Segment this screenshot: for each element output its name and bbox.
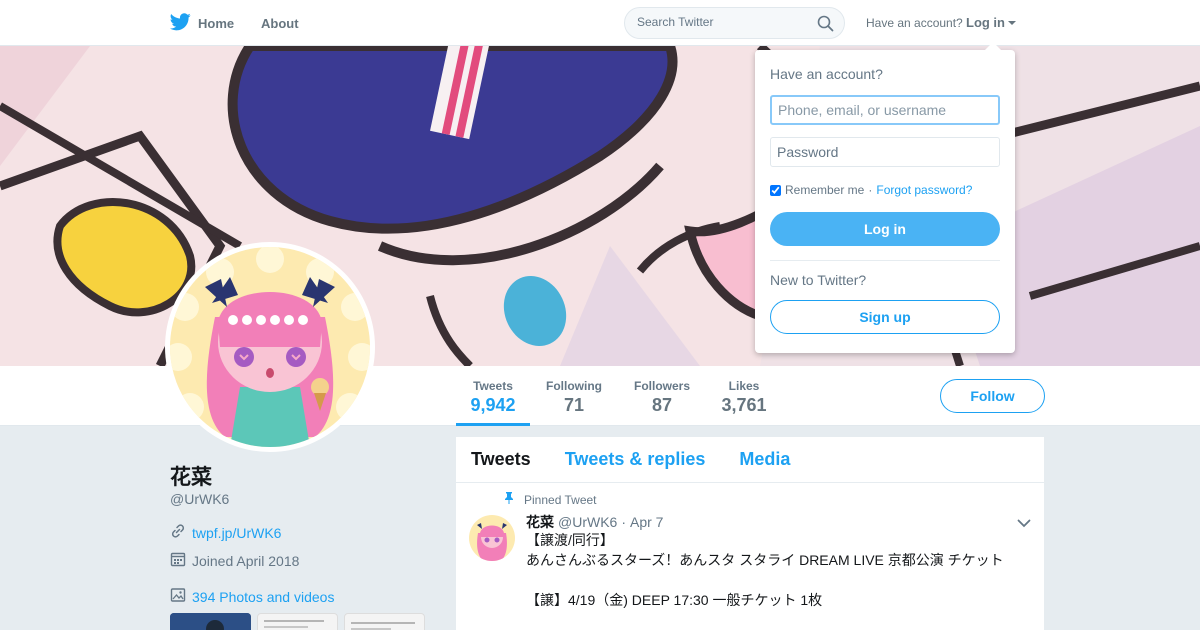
media-thumbnail[interactable] xyxy=(170,613,251,630)
tweet-text-line: 【譲渡/同行】 xyxy=(526,532,614,548)
calendar-icon xyxy=(170,551,186,570)
timeline-tabs: Tweets Tweets & replies Media xyxy=(456,437,1044,483)
stat-followers[interactable]: Followers 87 xyxy=(628,366,696,426)
password-field[interactable] xyxy=(770,137,1000,167)
new-to-twitter-text: New to Twitter? xyxy=(770,272,867,288)
remember-me-checkbox[interactable] xyxy=(770,184,781,196)
stat-value: 87 xyxy=(651,395,673,415)
stat-label: Followers xyxy=(633,379,690,393)
tab-tweets[interactable]: Tweets xyxy=(471,449,531,470)
tab-tweets-replies[interactable]: Tweets & replies xyxy=(565,449,706,470)
login-dropdown: Have an account? Remember me · Forgot pa… xyxy=(755,42,1015,353)
tweet-text-line: あんさんぶるスターズ！あんスタ スタライ DREAM LIVE 京都公演 チケッ… xyxy=(526,552,1004,568)
photos-videos-link[interactable]: 394 Photos and videos xyxy=(192,589,334,605)
username-field[interactable] xyxy=(770,95,1000,125)
stat-tweets[interactable]: Tweets 9,942 xyxy=(456,366,530,426)
signup-button[interactable]: Sign up xyxy=(770,300,1000,334)
stat-following[interactable]: Following 71 xyxy=(540,366,608,426)
login-link-label: Log in xyxy=(966,15,1005,30)
link-icon xyxy=(170,523,186,542)
login-dropdown-toggle[interactable]: Log in xyxy=(966,15,1016,30)
twitter-bird-icon xyxy=(169,13,191,34)
tweet-author-handle[interactable]: @UrWK6 xyxy=(558,514,617,530)
remember-me-label[interactable]: Remember me xyxy=(785,183,864,197)
profile-url-link[interactable]: twpf.jp/UrWK6 xyxy=(192,525,281,541)
pinned-label-text: Pinned Tweet xyxy=(524,492,597,507)
login-button[interactable]: Log in xyxy=(770,212,1000,246)
media-thumbnail[interactable] xyxy=(257,613,338,630)
search-input[interactable] xyxy=(637,15,807,29)
stat-value: 71 xyxy=(563,395,585,415)
remember-me-row: Remember me · Forgot password? xyxy=(770,183,972,197)
stat-likes[interactable]: Likes 3,761 xyxy=(714,366,774,426)
tweet-text-line: 【譲】4/19（金) DEEP 17:30 一般チケット 1枚 xyxy=(526,592,823,608)
media-thumbnail[interactable] xyxy=(344,613,425,630)
stat-value: 9,942 xyxy=(470,395,516,415)
chevron-down-icon[interactable] xyxy=(1017,515,1031,533)
about-link[interactable]: About xyxy=(261,16,299,31)
remember-separator: · xyxy=(868,183,873,197)
joined-date-row: Joined April 2018 xyxy=(170,551,299,570)
search-box[interactable] xyxy=(624,7,845,39)
top-navigation-bar: Home About Have an account? Log in xyxy=(0,0,1200,46)
search-icon[interactable] xyxy=(817,15,834,37)
profile-handle: @UrWK6 xyxy=(170,491,230,507)
stat-label: Tweets xyxy=(473,379,513,393)
tweet-date[interactable]: Apr 7 xyxy=(630,514,663,530)
profile-avatar[interactable] xyxy=(165,242,375,452)
tweet-author-name[interactable]: 花菜 xyxy=(526,512,554,532)
tweet-meta-separator: · xyxy=(621,514,626,530)
stat-value: 3,761 xyxy=(721,395,767,415)
divider xyxy=(770,260,1000,261)
profile-url-row: twpf.jp/UrWK6 xyxy=(170,523,281,542)
caret-down-icon xyxy=(1008,21,1016,25)
forgot-password-link[interactable]: Forgot password? xyxy=(876,183,972,197)
home-link[interactable]: Home xyxy=(169,13,235,34)
timeline: Tweets Tweets & replies Media Pinned Twe… xyxy=(456,437,1044,630)
home-label: Home xyxy=(198,16,235,31)
joined-date: Joined April 2018 xyxy=(192,552,300,569)
tab-media[interactable]: Media xyxy=(739,449,790,470)
media-thumbnails xyxy=(170,613,425,630)
have-account-text: Have an account? xyxy=(866,16,963,30)
login-dropdown-title: Have an account? xyxy=(770,66,883,82)
stat-label: Following xyxy=(546,379,602,393)
pinned-tweet-label: Pinned Tweet xyxy=(504,492,597,507)
stat-label: Likes xyxy=(728,379,760,393)
tweet-avatar[interactable] xyxy=(469,515,515,561)
profile-name: 花菜 xyxy=(170,466,212,489)
pin-icon xyxy=(504,492,514,507)
photos-videos-row: 394 Photos and videos xyxy=(170,587,334,606)
tweet-header: 花菜 @UrWK6 · Apr 7 xyxy=(526,512,663,532)
follow-button[interactable]: Follow xyxy=(940,379,1045,413)
image-icon xyxy=(170,587,186,606)
